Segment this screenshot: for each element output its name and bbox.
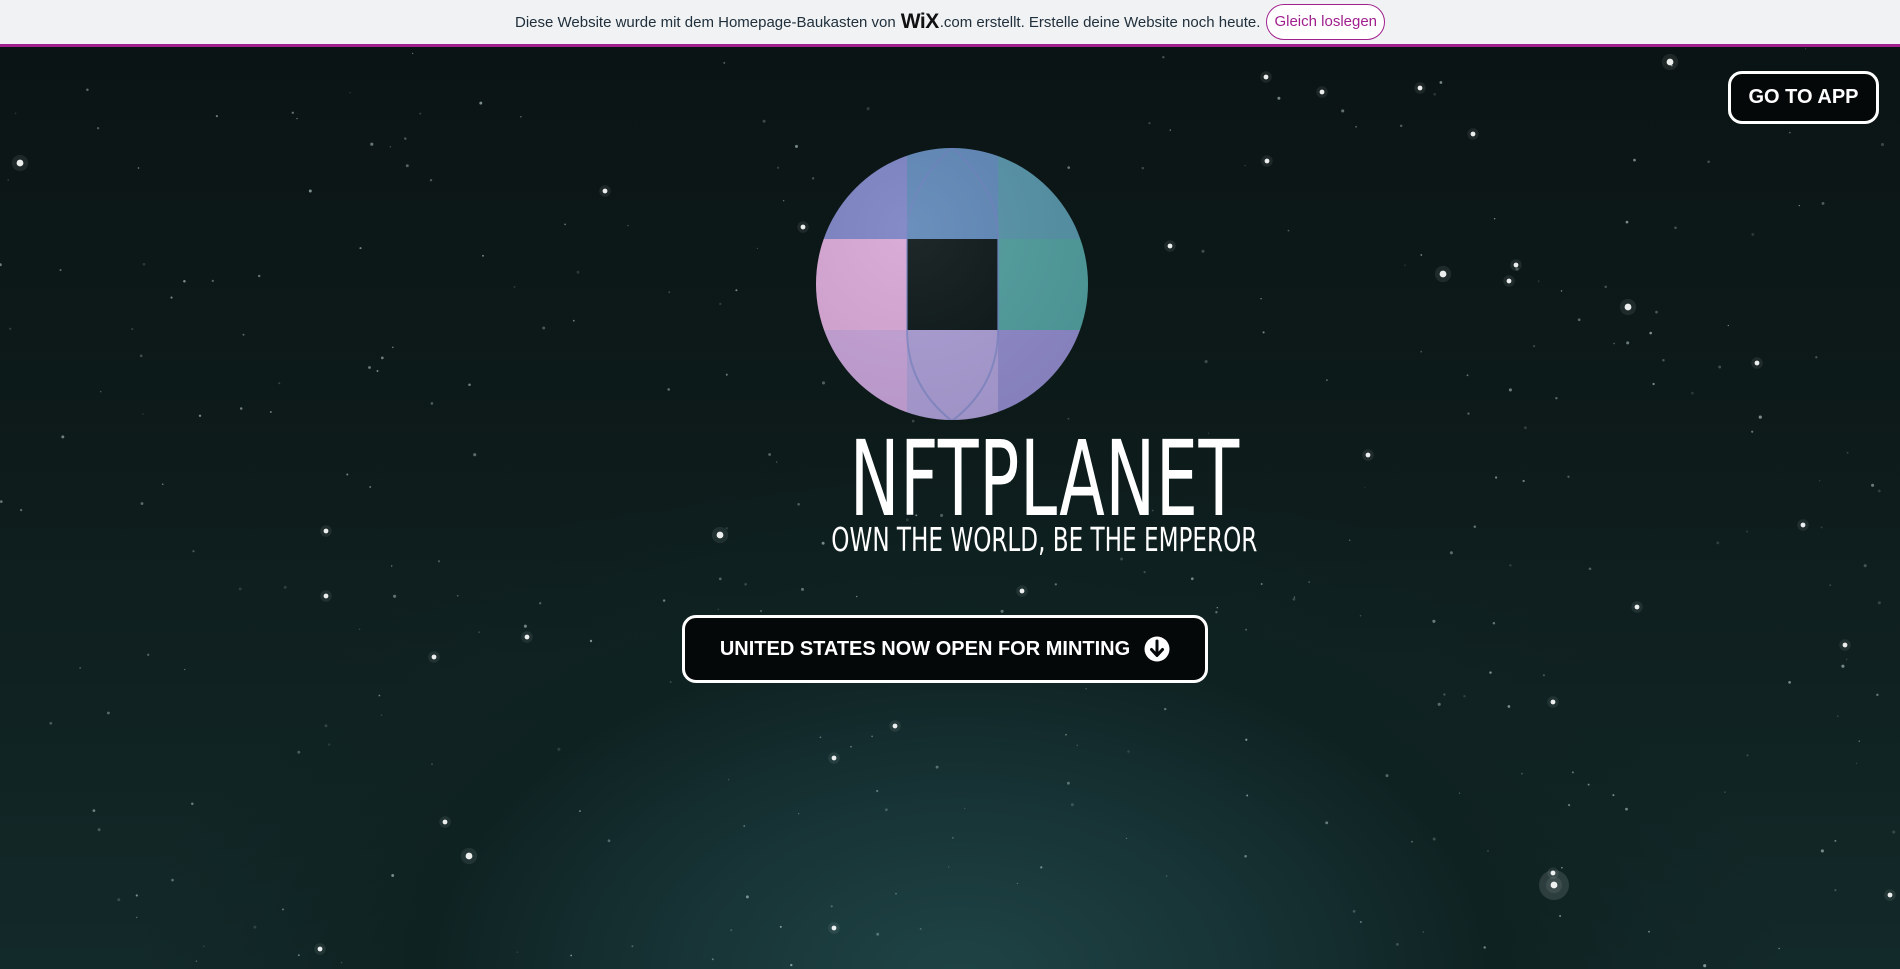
arrow-down-circle-icon <box>1144 636 1170 662</box>
brand-tagline: OWN THE WORLD, BE THE EMPEROR <box>831 520 1258 559</box>
minting-open-button[interactable]: UNITED STATES NOW OPEN FOR MINTING <box>682 615 1208 683</box>
wix-logo[interactable]: WiX <box>901 10 939 34</box>
get-started-button[interactable]: Gleich loslegen <box>1266 4 1386 40</box>
banner-text: Diese Website wurde mit dem Homepage-Bau… <box>514 13 896 31</box>
brand-block: NFTPLANET OWN THE WORLD, BE THE EMPEROR <box>740 427 1257 558</box>
hero-section: GO TO APP NFTPLANET OWN THE WORLD, BE TH… <box>0 47 1900 969</box>
go-to-app-button[interactable]: GO TO APP <box>1728 71 1879 124</box>
minting-button-label: UNITED STATES NOW OPEN FOR MINTING <box>719 637 1131 660</box>
globe-logo-icon[interactable] <box>815 147 1089 421</box>
brand-title: NFTPLANET <box>849 418 1240 540</box>
banner-text-suffix: .com erstellt. Erstelle deine Website no… <box>939 13 1261 31</box>
wix-promo-banner: Diese Website wurde mit dem Homepage-Bau… <box>0 0 1900 47</box>
